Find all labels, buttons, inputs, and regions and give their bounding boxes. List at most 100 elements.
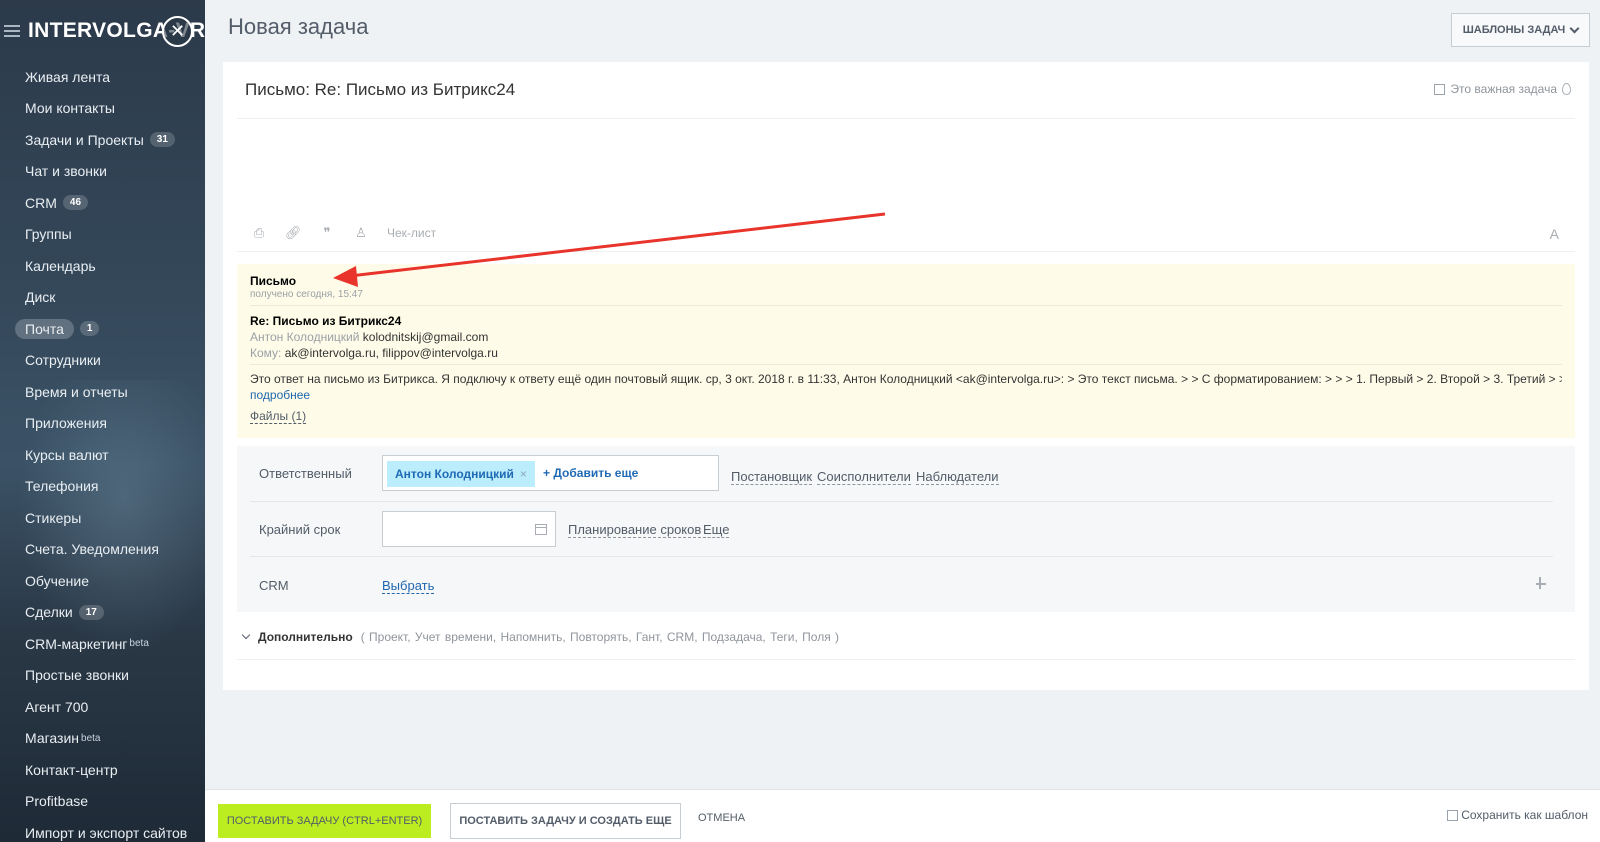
sidebar-item[interactable]: Обучение [0,565,205,597]
deadline-more-link[interactable]: Еще [703,522,730,538]
deadline-input[interactable] [382,511,556,547]
checklist-button[interactable]: Чек-лист [387,226,436,240]
mail-more-link[interactable]: подробнее [250,388,310,402]
sidebar-item[interactable]: Курсы валют [0,439,205,471]
link-icon[interactable]: 🔗︎ [285,226,302,240]
editor-toolbar: ⎙ 🔗︎ ❞ ♙ Чек-лист [251,222,436,244]
remove-icon[interactable]: × [520,467,527,481]
sidebar-item-label: Группы [25,226,72,243]
mail-block: Письмо получено сегодня, 15:47 Re: Письм… [237,264,1575,438]
mail-received-time: получено сегодня, 15:47 [250,289,363,300]
sidebar-item[interactable]: Сделки 17 [0,597,205,629]
sidebar-item-beta: beta [129,638,149,650]
sidebar-item[interactable]: Группы [0,219,205,251]
important-task[interactable]: Это важная задача [1434,82,1571,96]
planning-link[interactable]: Планирование сроков [568,522,702,538]
task-templates-label: ШАБЛОНЫ ЗАДАЧ [1462,24,1566,36]
responsible-person: Антон Колодницкий [395,467,514,481]
sidebar-item[interactable]: Календарь [0,250,205,282]
sidebar-item-label: Курсы валют [25,446,109,463]
save-as-template[interactable]: Сохранить как шаблон [1447,808,1588,822]
sidebar-item[interactable]: Живая лента [0,61,205,93]
sidebar-item[interactable]: Счета. Уведомления [0,534,205,566]
sidebar-item-label: Profitbase [25,793,89,810]
sidebar-item[interactable]: Почта 1 [0,313,205,345]
sidebar-item[interactable]: CRM-маркетинг beta [0,628,205,660]
sidebar-item[interactable]: Диск [0,282,205,314]
additional-items: ( Проект, Учет времени, Напомнить, Повто… [360,630,840,644]
sidebar-item-label: Приложения [25,415,107,432]
divider [237,118,1575,119]
sidebar-item[interactable]: Контакт-центр [0,754,205,786]
mail-from-email: kolodnitskij@gmail.com [362,330,489,344]
sidebar-item[interactable]: CRM 46 [0,187,205,219]
mail-to-label: Кому: [250,346,282,360]
sidebar-item-label: Мои контакты [25,100,115,117]
coexecutors-link[interactable]: Соисполнители [817,469,911,485]
cancel-button[interactable]: ОТМЕНА [698,812,745,824]
responsible-selector[interactable]: Антон Колодницкий × + Добавить еще [382,455,719,491]
sidebar-item-label: Календарь [25,257,96,274]
sidebar-item-label: Обучение [25,572,90,589]
sidebar-item[interactable]: Телефония [0,471,205,503]
important-checkbox[interactable] [1434,83,1446,95]
sidebar-item-label: CRM [25,194,57,211]
sidebar-item[interactable]: Чат и звонки [0,156,205,188]
sidebar-item[interactable]: Время и отчеты [0,376,205,408]
sidebar: INTERVOLGA-VRT ✕ Живая лента Мои контакты… [0,0,205,842]
task-templates-button[interactable]: ШАБЛОНЫ ЗАДАЧ [1451,13,1590,47]
mail-subject: Re: Письмо из Битрикс24 [250,314,402,328]
responsible-row: Ответственный Антон Колодницкий × + Доба… [237,446,1575,501]
mention-user-icon[interactable]: ♙ [353,226,369,240]
sidebar-item-counter: 46 [62,195,89,211]
footer-bar: ПОСТАВИТЬ ЗАДАЧУ (CTRL+ENTER) ПОСТАВИТЬ … [205,789,1600,842]
sidebar-item[interactable]: Простые звонки [0,660,205,692]
sidebar-item[interactable]: Задачи и Проекты 31 [0,124,205,156]
sidebar-item-label: Живая лента [25,68,111,85]
fire-icon [1562,83,1571,95]
close-icon[interactable]: ✕ [162,16,193,47]
menu-icon[interactable] [4,25,20,37]
additional-section[interactable]: Дополнительно ( Проект, Учет времени, На… [241,630,840,644]
important-label: Это важная задача [1450,82,1557,96]
deadline-label: Крайний срок [259,522,341,537]
pin-icon[interactable] [1536,577,1546,589]
crm-choose-link[interactable]: Выбрать [382,578,435,594]
sidebar-item-label: Сотрудники [25,352,101,369]
responsible-label: Ответственный [259,466,352,481]
sidebar-item[interactable]: Стикеры [0,502,205,534]
page-title: Новая задача [228,14,369,39]
add-more-link[interactable]: + Добавить еще [543,466,638,480]
sidebar-item[interactable]: Мои контакты [0,93,205,125]
sidebar-item[interactable]: Сотрудники [0,345,205,377]
crm-row: CRM Выбрать [237,556,1575,611]
sidebar-item[interactable]: Импорт и экспорт сайтов [0,817,205,842]
sidebar-item[interactable]: Агент 700 [0,691,205,723]
sidebar-item-label: Чат и звонки [25,163,107,180]
sidebar-item-label: Почта [15,318,74,339]
font-format-button[interactable]: A [1550,226,1559,242]
sidebar-item-label: Счета. Уведомления [25,541,159,558]
save-template-checkbox[interactable] [1447,809,1459,821]
mail-files-link[interactable]: Файлы (1) [250,409,307,424]
observers-link[interactable]: Наблюдатели [916,469,999,485]
sidebar-item-counter: 31 [149,132,175,148]
sidebar-item-label: Время и отчеты [25,383,128,400]
creator-link[interactable]: Постановщик [731,469,813,485]
sidebar-item-beta: beta [81,732,101,744]
sidebar-item[interactable]: Магазин beta [0,723,205,755]
attach-file-icon[interactable]: ⎙ [251,226,267,240]
mail-body: Это ответ на письмо из Битрикса. Я подкл… [250,372,1562,386]
quote-icon[interactable]: ❞ [319,226,335,240]
submit-and-new-button[interactable]: ПОСТАВИТЬ ЗАДАЧУ И СОЗДАТЬ ЕЩЕ [450,803,681,839]
submit-task-button[interactable]: ПОСТАВИТЬ ЗАДАЧУ (CTRL+ENTER) [218,804,431,838]
mail-to: Кому: ak@intervolga.ru, filippov@intervo… [250,346,498,360]
divider [237,251,1575,252]
responsible-chip[interactable]: Антон Колодницкий × [387,461,535,487]
mail-to-value: ak@intervolga.ru, filippov@intervolga.ru [284,346,498,360]
sidebar-item-label: Телефония [25,478,99,495]
sidebar-item[interactable]: Profitbase [0,786,205,818]
calendar-icon[interactable] [535,524,547,535]
task-title-input[interactable]: Письмо: Re: Письмо из Битрикс24 [245,80,515,100]
sidebar-item[interactable]: Приложения [0,408,205,440]
